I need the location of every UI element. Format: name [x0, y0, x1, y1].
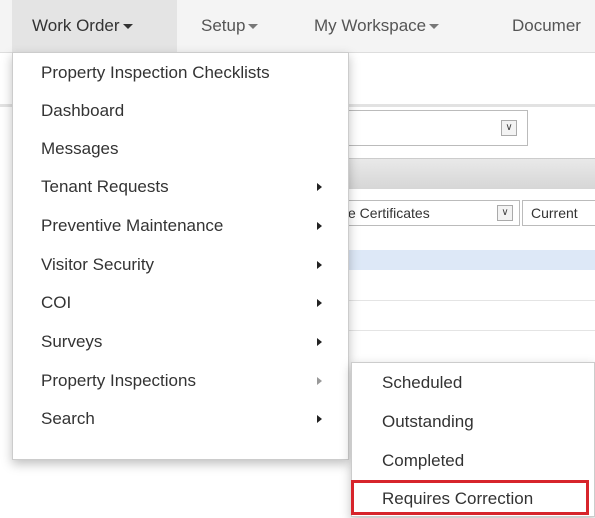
submenu-arrow-icon — [317, 377, 322, 385]
nav-documents[interactable]: Documer — [512, 0, 581, 52]
menu-item-label: Property Inspections — [41, 371, 196, 390]
submenu-item-scheduled[interactable]: Scheduled — [352, 364, 594, 402]
submenu-item-completed[interactable]: Completed — [352, 442, 594, 480]
menu-item-property-inspection-checklists[interactable]: Property Inspection Checklists — [13, 54, 348, 92]
submenu-item-label: Completed — [382, 451, 465, 470]
submenu-arrow-icon — [317, 338, 322, 346]
menu-item-dashboard[interactable]: Dashboard — [13, 92, 348, 130]
menu-item-label: Search — [41, 409, 95, 428]
nav-documents-label: Documer — [512, 16, 581, 35]
menu-item-preventive-maintenance[interactable]: Preventive Maintenance — [13, 207, 348, 245]
caret-down-icon — [429, 24, 440, 30]
menu-item-label: Surveys — [41, 332, 103, 351]
certificates-filter[interactable]: ve Certificates ∨ — [330, 200, 520, 226]
nav-my-workspace[interactable]: My Workspace — [314, 0, 440, 52]
period-filter-value: Current — [531, 205, 578, 221]
submenu-arrow-icon — [317, 299, 322, 307]
submenu-arrow-icon — [317, 183, 322, 191]
menu-item-property-inspections[interactable]: Property Inspections — [13, 362, 348, 400]
menu-item-search[interactable]: Search — [13, 400, 348, 438]
background-toolbar-strip — [330, 158, 595, 189]
submenu-item-label: Outstanding — [382, 412, 474, 431]
requires-correction-highlight — [351, 480, 589, 515]
work-order-menu: Property Inspection Checklists Dashboard… — [12, 52, 349, 460]
period-filter[interactable]: Current — [522, 200, 595, 226]
caret-down-icon — [122, 24, 133, 30]
certificates-filter-value: ve Certificates — [341, 205, 430, 221]
menu-item-surveys[interactable]: Surveys — [13, 323, 348, 361]
menu-item-label: Preventive Maintenance — [41, 216, 224, 235]
submenu-arrow-icon — [317, 415, 322, 423]
submenu-arrow-icon — [317, 261, 322, 269]
menu-item-messages[interactable]: Messages — [13, 130, 348, 168]
menu-item-label: Tenant Requests — [41, 177, 169, 196]
nav-setup-label: Setup — [201, 16, 246, 35]
submenu-item-label: Scheduled — [382, 373, 463, 392]
menu-item-label: COI — [41, 293, 72, 312]
row-divider — [330, 300, 595, 301]
chevron-down-icon: ∨ — [501, 120, 517, 136]
nav-setup[interactable]: Setup — [201, 0, 259, 52]
background-selected-row — [330, 250, 595, 270]
menu-item-label: Dashboard — [41, 101, 125, 120]
menu-item-label: Property Inspection Checklists — [41, 63, 270, 82]
background-select[interactable]: ∨ — [330, 110, 528, 146]
submenu-arrow-icon — [317, 222, 322, 230]
row-divider — [330, 330, 595, 331]
caret-down-icon — [248, 24, 259, 30]
menu-item-visitor-security[interactable]: Visitor Security — [13, 246, 348, 284]
nav-work-order-label: Work Order — [32, 16, 120, 35]
menu-item-label: Messages — [41, 139, 119, 158]
nav-my-workspace-label: My Workspace — [314, 16, 427, 35]
chevron-down-icon: ∨ — [497, 205, 513, 221]
menu-item-coi[interactable]: COI — [13, 284, 348, 322]
menu-item-tenant-requests[interactable]: Tenant Requests — [13, 168, 348, 206]
menu-item-label: Visitor Security — [41, 255, 155, 274]
nav-work-order[interactable]: Work Order — [12, 0, 177, 52]
submenu-item-outstanding[interactable]: Outstanding — [352, 403, 594, 441]
top-navbar: Work Order Setup My Workspace Documer — [0, 0, 595, 53]
